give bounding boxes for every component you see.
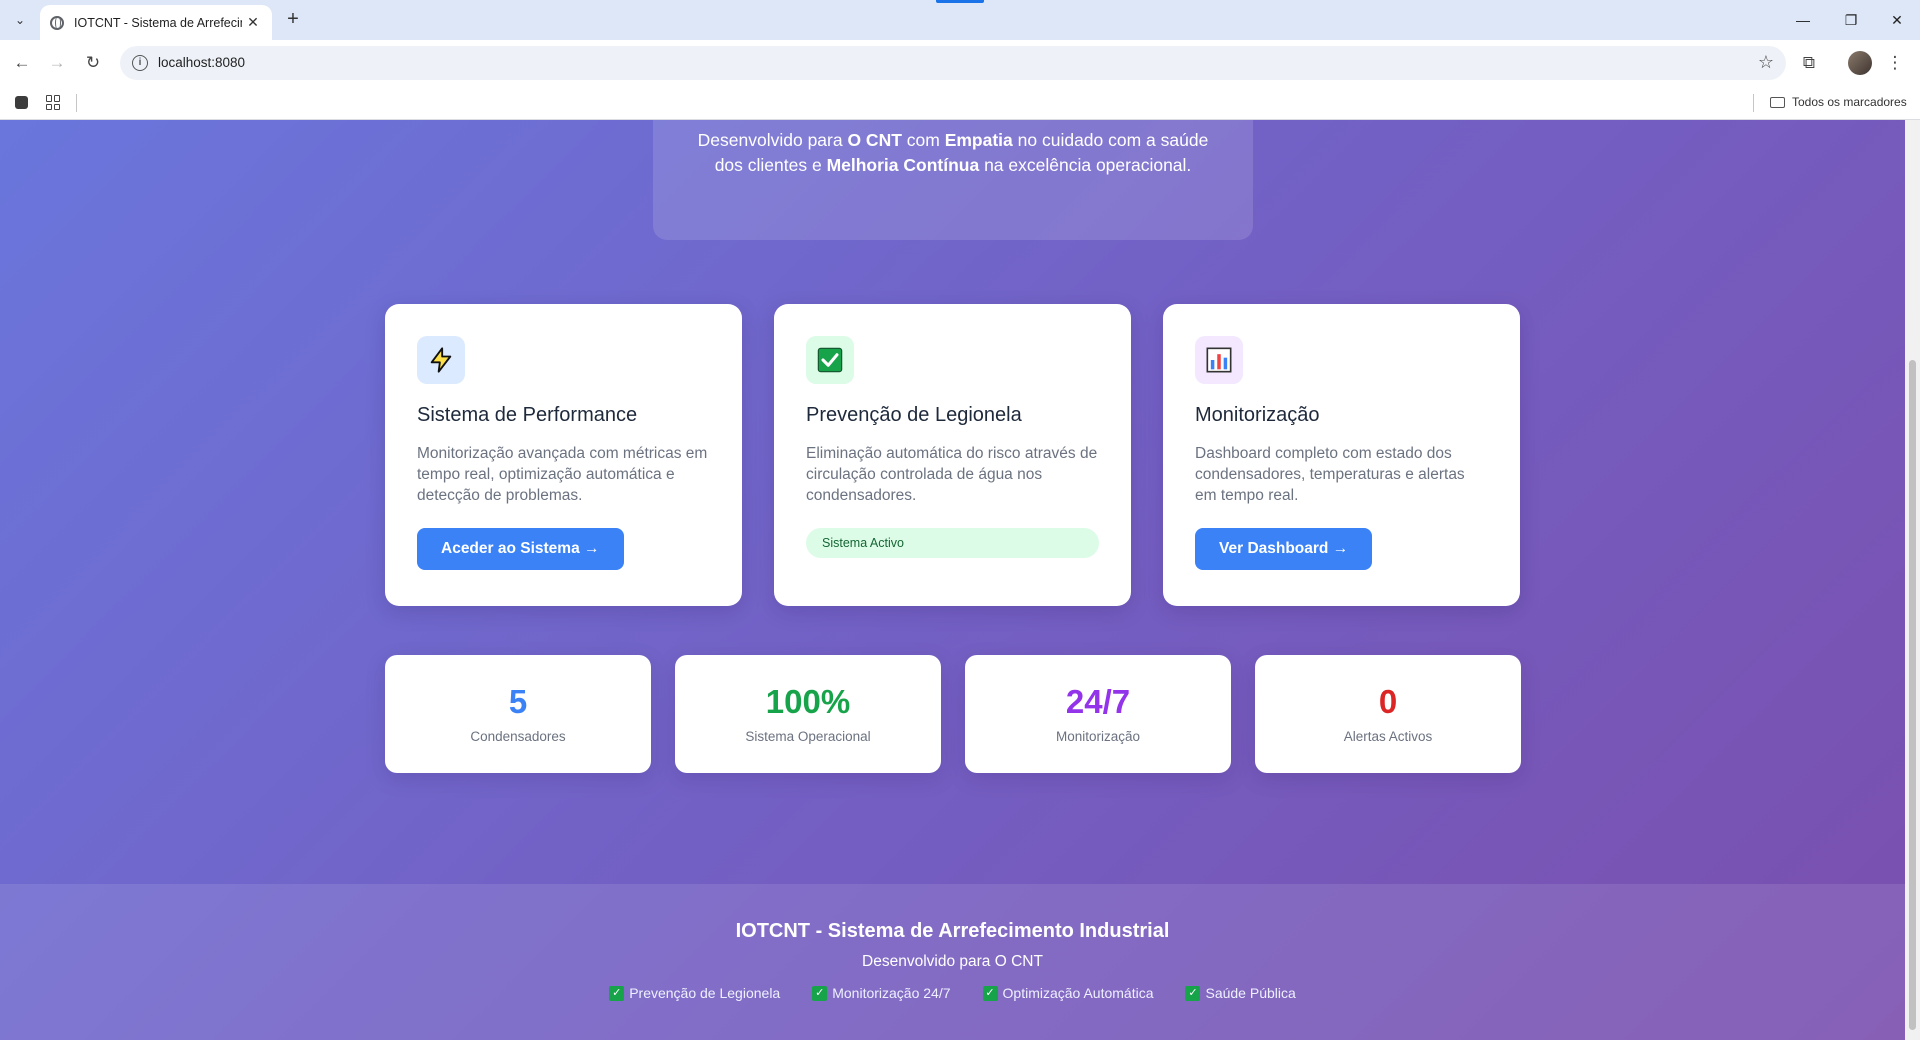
- check-icon: ✓: [812, 985, 828, 1001]
- menu-icon[interactable]: ⋮: [1882, 50, 1908, 76]
- card-title: Monitorização: [1195, 404, 1320, 426]
- footer-title: IOTCNT - Sistema de Arrefecimento Indust…: [735, 920, 1170, 942]
- monitoring-card: Monitorização Dashboard completo com est…: [1163, 304, 1520, 606]
- check-icon: [806, 336, 854, 384]
- legionella-card: Prevenção de Legionela Eliminação automá…: [774, 304, 1131, 606]
- back-icon[interactable]: ←: [8, 49, 36, 77]
- card-title: Sistema de Performance: [417, 404, 638, 426]
- stat-value: 100%: [765, 683, 851, 720]
- access-system-button[interactable]: Aceder ao Sistema →: [417, 528, 624, 570]
- active-tab[interactable]: IOTCNT - Sistema de Arrefecim ✕: [40, 5, 272, 40]
- stat-label: Alertas Activos: [1343, 729, 1433, 744]
- close-tab-icon[interactable]: ✕: [244, 14, 262, 31]
- window-close-icon[interactable]: ✕: [1882, 8, 1912, 32]
- card-title: Prevenção de Legionela: [806, 404, 1022, 426]
- tab-groups-icon[interactable]: [15, 96, 28, 109]
- stat-label: Sistema Operacional: [745, 729, 871, 744]
- check-icon: ✓: [609, 985, 625, 1001]
- stat-label: Condensadores: [470, 729, 566, 744]
- stat-card-operational: 100% Sistema Operacional: [675, 655, 941, 773]
- page-footer: IOTCNT - Sistema de Arrefecimento Indust…: [0, 884, 1905, 1040]
- page-viewport: Desenvolvido para O CNT com Empatia no c…: [0, 120, 1905, 1040]
- tab-title: IOTCNT - Sistema de Arrefecim: [74, 15, 242, 30]
- card-description: Eliminação automática do risco através d…: [806, 445, 1098, 504]
- feature-item: ✓ Optimização Automática: [982, 985, 1153, 1001]
- performance-card: Sistema de Performance Monitorização ava…: [385, 304, 742, 606]
- stat-card-monitoring: 24/7 Monitorização: [965, 655, 1231, 773]
- all-bookmarks-folder[interactable]: Todos os marcadores: [1770, 95, 1907, 109]
- feature-item: ✓ Monitorização 24/7: [812, 985, 951, 1001]
- check-icon: ✓: [982, 985, 998, 1001]
- apps-grid-icon[interactable]: [46, 95, 61, 110]
- view-dashboard-button[interactable]: Ver Dashboard →: [1195, 528, 1373, 570]
- stat-value: 0: [1378, 683, 1398, 720]
- hero-description: Desenvolvido para O CNT com Empatia no c…: [697, 130, 1209, 175]
- globe-icon: [50, 15, 64, 30]
- card-description: Monitorização avançada com métricas em t…: [417, 445, 708, 504]
- divider: [1753, 94, 1754, 112]
- tab-search-icon[interactable]: ⌄: [8, 8, 32, 32]
- bookmarks-folder-label: Todos os marcadores: [1792, 95, 1907, 109]
- scrollbar-thumb[interactable]: [1909, 360, 1916, 1030]
- profile-avatar[interactable]: [1848, 51, 1872, 75]
- site-info-icon[interactable]: i: [132, 55, 148, 71]
- restore-icon[interactable]: ❐: [1836, 8, 1866, 32]
- feature-item: ✓ Saúde Pública: [1185, 985, 1296, 1001]
- stat-label: Monitorização: [1055, 729, 1141, 744]
- check-icon: ✓: [1185, 985, 1201, 1001]
- stat-card-condensers: 5 Condensadores: [385, 655, 651, 773]
- reload-icon[interactable]: ↻: [79, 49, 107, 77]
- divider: [76, 94, 77, 112]
- stat-value: 24/7: [1065, 683, 1131, 720]
- footer-subtitle: Desenvolvido para O CNT: [862, 953, 1043, 970]
- extensions-icon[interactable]: ⧉: [1796, 50, 1822, 76]
- card-description: Dashboard completo com estado dos conden…: [1195, 445, 1465, 504]
- footer-features: ✓ Prevenção de Legionela ✓ Monitorização 2…: [0, 985, 1905, 1001]
- stat-card-alerts: 0 Alertas Activos: [1255, 655, 1521, 773]
- bookmark-star-icon[interactable]: ☆: [1758, 52, 1774, 73]
- bookmarks-bar: Todos os marcadores: [0, 86, 1920, 120]
- bar-chart-icon: [1195, 336, 1243, 384]
- page-scrollbar[interactable]: [1905, 120, 1920, 1040]
- lightning-icon: [417, 336, 465, 384]
- minimize-icon[interactable]: —: [1788, 8, 1818, 32]
- tab-indicator: [936, 0, 984, 3]
- folder-icon: [1770, 96, 1785, 108]
- url-text[interactable]: localhost:8080: [158, 55, 245, 70]
- feature-item: ✓ Prevenção de Legionela: [609, 985, 780, 1001]
- forward-icon[interactable]: →: [43, 49, 71, 77]
- browser-toolbar: ← → ↻ i localhost:8080 ☆ ⧉ ⋮: [0, 40, 1920, 86]
- new-tab-icon[interactable]: +: [282, 9, 304, 31]
- address-bar[interactable]: i localhost:8080 ☆: [120, 46, 1786, 80]
- status-badge: Sistema Activo: [806, 528, 1099, 558]
- tab-strip: ⌄ IOTCNT - Sistema de Arrefecim ✕ + — ❐ …: [0, 0, 1920, 40]
- stat-value: 5: [508, 683, 528, 720]
